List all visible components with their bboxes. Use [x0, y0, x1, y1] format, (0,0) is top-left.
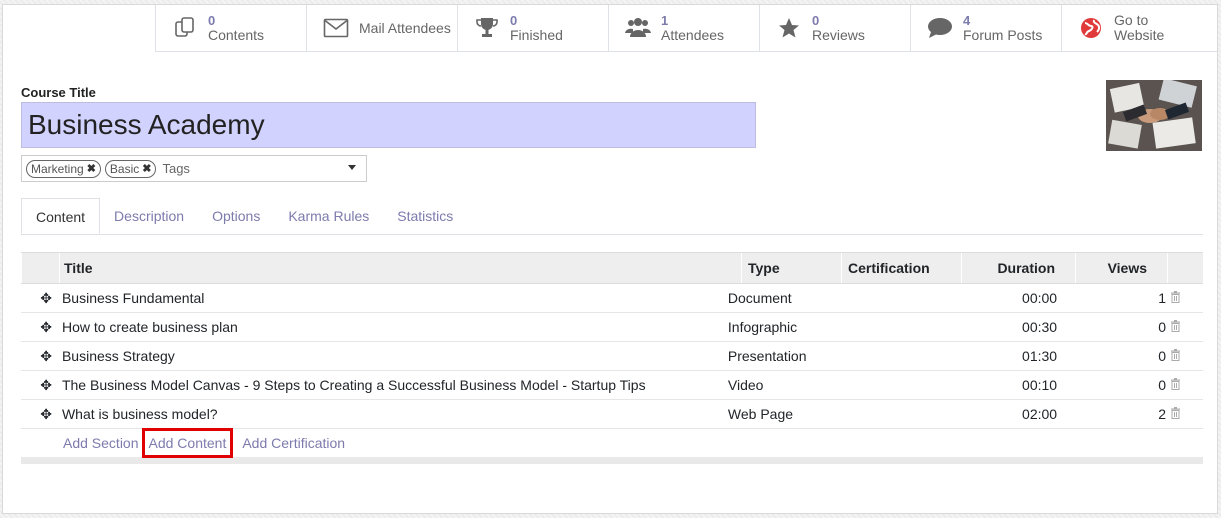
row-title[interactable]: Business Strategy: [58, 348, 722, 364]
smart-button-box: 0 Contents Mail Attendees 0 Finished 1 Atte…: [155, 5, 1217, 52]
mail-attendees-button[interactable]: Mail Attendees: [307, 5, 458, 51]
go-to-label: Go to: [1114, 12, 1149, 28]
row-title[interactable]: The Business Model Canvas - 9 Steps to C…: [58, 377, 722, 393]
website-label: Website: [1114, 27, 1165, 43]
row-title[interactable]: Business Fundamental: [58, 290, 722, 306]
finished-count: 0: [510, 13, 518, 28]
content-table: Title Type Certification Duration Views …: [21, 252, 1203, 464]
table-header: Title Type Certification Duration Views: [21, 252, 1203, 284]
drag-handle-icon[interactable]: ✥: [21, 319, 58, 336]
contents-button[interactable]: 0 Contents: [156, 5, 307, 51]
drag-handle-icon[interactable]: ✥: [21, 290, 58, 307]
row-duration[interactable]: 00:10: [947, 377, 1077, 393]
table-row[interactable]: ✥ Business Strategy Presentation 01:30 0: [21, 342, 1203, 371]
course-title-input[interactable]: Business Academy: [21, 102, 756, 148]
drag-handle-icon[interactable]: ✥: [21, 406, 58, 423]
attendees-button[interactable]: 1 Attendees: [609, 5, 760, 51]
reviews-count: 0: [812, 13, 820, 28]
reviews-label: Reviews: [812, 27, 865, 43]
add-section-link[interactable]: Add Section: [63, 435, 139, 451]
users-icon: [625, 15, 651, 41]
row-duration[interactable]: 00:30: [947, 319, 1077, 335]
go-to-website-button[interactable]: Go to Website: [1062, 5, 1213, 51]
notebook-tabs: Content Description Options Karma Rules …: [21, 198, 1203, 235]
tag-badge: Basic ✖: [104, 159, 157, 178]
tab-description[interactable]: Description: [100, 198, 198, 234]
certification-column-header[interactable]: Certification: [841, 253, 961, 283]
finished-button[interactable]: 0 Finished: [458, 5, 609, 51]
forum-posts-count: 4: [963, 13, 971, 28]
row-type[interactable]: Infographic: [722, 319, 825, 335]
add-certification-link[interactable]: Add Certification: [242, 435, 345, 451]
type-column-header[interactable]: Type: [741, 253, 841, 283]
contents-count: 0: [208, 13, 216, 28]
tab-karma-rules[interactable]: Karma Rules: [274, 198, 383, 234]
trophy-icon: [474, 15, 500, 41]
dropdown-caret-icon[interactable]: [348, 165, 356, 170]
tab-options[interactable]: Options: [198, 198, 274, 234]
row-duration[interactable]: 01:30: [947, 348, 1077, 364]
comment-icon: [927, 15, 953, 41]
trash-icon[interactable]: [1166, 406, 1203, 422]
tab-statistics[interactable]: Statistics: [383, 198, 467, 234]
add-content-link[interactable]: Add Content: [141, 428, 234, 458]
course-image[interactable]: [1106, 80, 1202, 151]
row-duration[interactable]: 02:00: [947, 406, 1077, 422]
row-views[interactable]: 2: [1077, 406, 1166, 422]
course-title-label: Course Title: [21, 85, 96, 100]
reviews-button[interactable]: 0 Reviews: [760, 5, 911, 51]
table-footer: Add Section Add Content Add Certificatio…: [21, 428, 1203, 458]
table-row[interactable]: ✥ Business Fundamental Document 00:00 1: [21, 284, 1203, 313]
table-bottom-bar: [21, 457, 1203, 464]
tag-label: Marketing: [31, 161, 84, 176]
table-row[interactable]: ✥ What is business model? Web Page 02:00…: [21, 400, 1203, 429]
tag-label: Basic: [109, 161, 140, 176]
trash-icon[interactable]: [1166, 377, 1203, 393]
row-title[interactable]: How to create business plan: [58, 319, 722, 335]
contents-label: Contents: [208, 27, 265, 43]
drag-handle-icon[interactable]: ✥: [21, 348, 58, 365]
envelope-icon: [323, 15, 349, 41]
tag-badge: Marketing ✖: [26, 159, 101, 178]
row-duration[interactable]: 00:00: [947, 290, 1077, 306]
remove-tag-icon[interactable]: ✖: [142, 161, 151, 177]
trash-icon[interactable]: [1166, 348, 1203, 364]
table-row[interactable]: ✥ How to create business plan Infographi…: [21, 313, 1203, 342]
tags-placeholder[interactable]: Tags: [162, 161, 189, 176]
files-icon: [172, 15, 198, 41]
tags-field[interactable]: Marketing ✖ Basic ✖ Tags: [21, 155, 367, 182]
globe-icon: [1078, 15, 1104, 41]
forum-posts-button[interactable]: 4 Forum Posts: [911, 5, 1062, 51]
row-type[interactable]: Web Page: [722, 406, 825, 422]
title-column-header[interactable]: Title: [59, 253, 741, 283]
trash-icon[interactable]: [1166, 290, 1203, 306]
handle-header: [21, 253, 59, 283]
mail-attendees-label: Mail Attendees: [359, 19, 451, 36]
attendees-count: 1: [661, 13, 669, 28]
row-views[interactable]: 0: [1077, 319, 1166, 335]
trash-icon[interactable]: [1166, 319, 1203, 335]
form-sheet: 0 Contents Mail Attendees 0 Finished 1 Atte…: [2, 4, 1218, 514]
remove-tag-icon[interactable]: ✖: [87, 161, 96, 177]
drag-handle-icon[interactable]: ✥: [21, 377, 58, 394]
row-type[interactable]: Document: [722, 290, 825, 306]
row-views[interactable]: 0: [1077, 348, 1166, 364]
row-title[interactable]: What is business model?: [58, 406, 722, 422]
finished-label: Finished: [510, 27, 563, 43]
tab-content[interactable]: Content: [21, 198, 101, 234]
star-icon: [776, 15, 802, 41]
forum-posts-label: Forum Posts: [963, 27, 1043, 43]
row-views[interactable]: 1: [1077, 290, 1166, 306]
views-column-header[interactable]: Views: [1075, 253, 1167, 283]
attendees-label: Attendees: [661, 27, 725, 43]
duration-column-header[interactable]: Duration: [961, 253, 1075, 283]
row-type[interactable]: Presentation: [722, 348, 825, 364]
delete-column-header: [1167, 253, 1203, 283]
table-row[interactable]: ✥ The Business Model Canvas - 9 Steps to…: [21, 371, 1203, 400]
row-views[interactable]: 0: [1077, 377, 1166, 393]
row-type[interactable]: Video: [722, 377, 825, 393]
